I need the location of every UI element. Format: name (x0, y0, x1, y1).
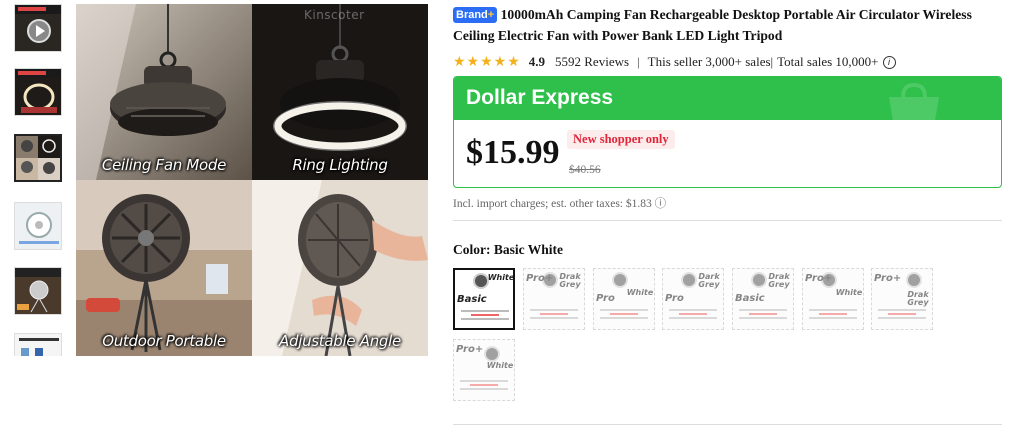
swatch-color: White (835, 288, 863, 297)
thumbnail-banner-accent (18, 7, 46, 11)
deal-header: Dollar Express (454, 77, 1001, 133)
panel-ceiling-fan: Ceiling Fan Mode (76, 4, 252, 180)
swatch-specs (739, 309, 787, 325)
ceiling-fan-image (76, 4, 252, 180)
thumbnail-banner-accent (18, 71, 46, 75)
dollar-express-box: Dollar Express $15.99 New shopper only $… (453, 76, 1002, 188)
panel-adjustable: Adjustable Angle (252, 180, 428, 356)
reviews-link[interactable]: 5592 Reviews (555, 54, 629, 70)
total-sales: Total sales 10,000+ (777, 54, 879, 69)
tax-note: Incl. import charges; est. other taxes: … (453, 198, 667, 210)
deal-title: Dollar Express (466, 86, 614, 109)
swatch-specs (530, 309, 578, 325)
separator: | (637, 54, 640, 69)
swatch-color: Drak Grey (907, 290, 929, 307)
swatch-proplus-drakgrey-2[interactable]: Pro+ Drak Grey (871, 268, 933, 330)
fan-icon (906, 272, 922, 288)
ring-light-image (252, 4, 428, 180)
watermark: Kinscoter (304, 8, 365, 22)
thumbnail-banner (15, 268, 61, 277)
panel-caption: Ceiling Fan Mode (101, 156, 227, 174)
swatch-color: Drak Grey (768, 272, 790, 289)
seller-sales: This seller 3,000+ sales| (647, 54, 774, 69)
swatch-pro-darkgrey[interactable]: Pro Dark Grey (662, 268, 724, 330)
swatch-color: White (486, 361, 514, 370)
swatch-basic-drakgrey[interactable]: Basic Drak Grey (732, 268, 794, 330)
rating-row: ★★★★★ 4.9 5592 Reviews | This seller 3,0… (453, 52, 1003, 72)
fan-icon (612, 272, 628, 288)
swatch-specs (669, 309, 717, 325)
swatch-pro-white[interactable]: Pro White (593, 268, 655, 330)
swatch-specs (878, 309, 926, 325)
brand-badge-plus: + (487, 9, 495, 21)
product-title: 10000mAh Camping Fan Rechargeable Deskto… (453, 7, 972, 43)
thumbnail-strip (14, 4, 64, 356)
deal-body: $15.99 New shopper only $40.56 (454, 120, 1001, 187)
swatch-proplus-drakgrey[interactable]: Pro+ Drak Grey (523, 268, 585, 330)
swatch-variant: Pro (596, 293, 615, 304)
panel-caption: Adjustable Angle (279, 332, 401, 350)
fan-image (19, 212, 59, 244)
swatch-color: Dark Grey (698, 272, 720, 289)
color-label: Color: Basic White (453, 242, 563, 257)
new-shopper-badge: New shopper only (567, 130, 675, 149)
outdoor-fan-image (76, 180, 252, 356)
fan-icon (484, 346, 500, 362)
thumbnail-3[interactable] (14, 134, 62, 182)
brand-badge-label: Brand (456, 9, 488, 21)
product-info: Brand+ 10000mAh Camping Fan Rechargeable… (453, 4, 1003, 425)
swatch-color: White (626, 288, 654, 297)
thumbnail-1[interactable] (14, 4, 62, 52)
swatch-specs (461, 310, 509, 326)
price: $15.99 (466, 134, 560, 171)
collage-image (16, 136, 60, 180)
swatch-variant: Pro+ (805, 273, 833, 284)
panel-caption: Ring Lighting (292, 156, 388, 174)
swatch-variant: Basic (735, 293, 765, 304)
swatch-specs (600, 309, 648, 325)
panel-outdoor: Outdoor Portable (76, 180, 252, 356)
swatch-variant: Pro+ (874, 273, 902, 284)
swatch-variant: Pro+ (456, 344, 484, 355)
info-icon[interactable]: i (882, 55, 896, 69)
swatch-specs (460, 380, 508, 396)
panel-ring-lighting: Ring Lighting (252, 4, 428, 180)
swatch-basic-white[interactable]: Basic White (453, 268, 515, 330)
rating-value: 4.9 (528, 54, 546, 69)
thumbnail-2[interactable] (14, 68, 62, 116)
swatch-proplus-white-2[interactable]: Pro+ White (453, 339, 515, 401)
swatch-specs (809, 309, 857, 325)
swatch-proplus-white[interactable]: Pro+ White (802, 268, 864, 330)
thumbnail-4[interactable] (14, 202, 62, 250)
original-price: $40.56 (569, 164, 601, 176)
swatch-color: Drak Grey (559, 272, 581, 289)
swatch-variant: Basic (457, 294, 487, 305)
main-product-image[interactable]: Ceiling Fan Mode Ring Lighting Outdoor P… (76, 4, 428, 356)
rating-stars-icon[interactable]: ★★★★★ (453, 54, 521, 71)
swatch-variant: Pro+ (526, 273, 554, 284)
thumbnail-5[interactable] (14, 267, 62, 315)
thumbnail-6[interactable] (14, 333, 62, 356)
adjustable-fan-image (252, 180, 428, 356)
product-title-block: Brand+ 10000mAh Camping Fan Rechargeable… (453, 4, 1003, 46)
panel-caption: Outdoor Portable (102, 332, 226, 350)
divider (453, 424, 1002, 425)
divider (453, 220, 1002, 221)
diagram-image (19, 338, 59, 356)
brand-badge: Brand+ (453, 7, 498, 23)
swatch-variant: Pro (665, 293, 684, 304)
swatch-color: White (487, 273, 515, 282)
